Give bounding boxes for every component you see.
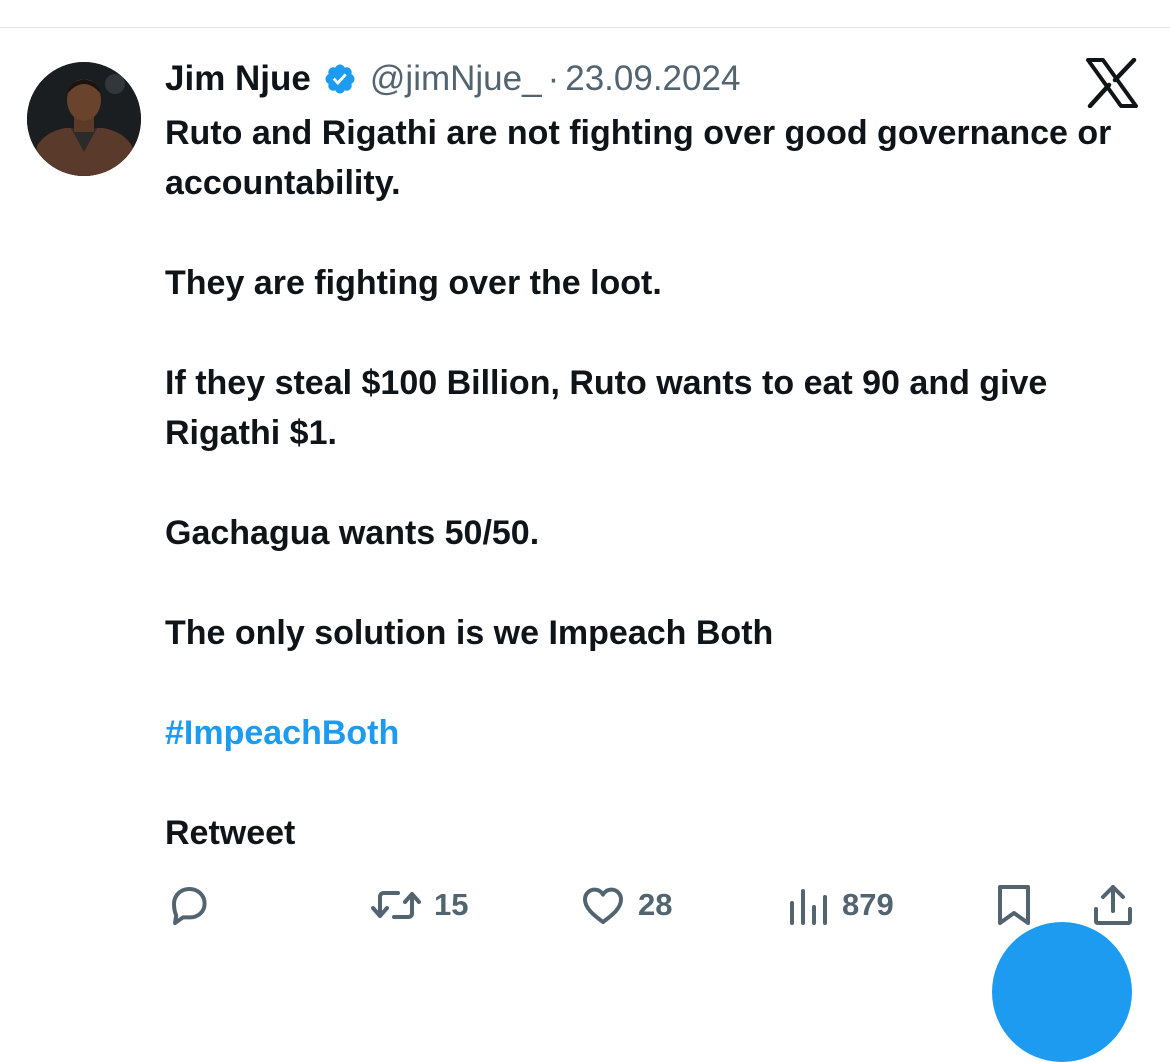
tweet-paragraph: Gachagua wants 50/50. xyxy=(165,514,540,552)
retweet-button[interactable]: 15 xyxy=(370,875,468,935)
views-count: 879 xyxy=(842,887,894,922)
action-bar: 15 28 879 xyxy=(0,875,1170,935)
like-button[interactable]: 28 xyxy=(578,875,672,935)
separator-dot: · xyxy=(547,59,560,98)
reply-icon xyxy=(172,887,207,925)
tweet-body: Ruto and Rigathi are not fighting over g… xyxy=(165,108,1155,858)
author-handle[interactable]: @jimNjue_ xyxy=(370,59,542,99)
tweet-paragraph: The only solution is we Impeach Both xyxy=(165,614,774,652)
avatar[interactable] xyxy=(27,62,141,176)
tweet-date[interactable]: 23.09.2024 xyxy=(565,59,740,99)
like-count: 28 xyxy=(638,887,673,922)
tweet-paragraph: If they steal $100 Billion, Ruto wants t… xyxy=(165,364,1048,452)
hashtag-link[interactable]: #ImpeachBoth xyxy=(165,708,1155,758)
retweet-icon xyxy=(371,891,421,919)
share-button[interactable] xyxy=(1090,875,1136,935)
tweet-closing: Retweet xyxy=(165,814,296,852)
reply-button[interactable] xyxy=(165,875,213,935)
tweet-paragraph: They are fighting over the loot. xyxy=(165,264,662,302)
views-icon xyxy=(790,889,827,925)
verified-badge-icon xyxy=(323,62,357,96)
author-name[interactable]: Jim Njue xyxy=(165,59,311,99)
tweet-paragraph: Ruto and Rigathi are not fighting over g… xyxy=(165,114,1112,202)
compose-fab[interactable] xyxy=(992,922,1132,1062)
top-divider xyxy=(0,27,1170,28)
avatar-photo xyxy=(27,62,141,176)
x-logo-icon[interactable] xyxy=(1086,58,1138,108)
bookmark-button[interactable] xyxy=(992,875,1036,935)
heart-icon xyxy=(583,887,623,924)
bookmark-icon xyxy=(998,885,1030,925)
views-button[interactable]: 879 xyxy=(786,875,894,935)
tweet-header: Jim Njue @jimNjue_ · 23.09.2024 xyxy=(165,55,740,103)
retweet-count: 15 xyxy=(434,887,469,922)
share-icon xyxy=(1094,885,1132,925)
